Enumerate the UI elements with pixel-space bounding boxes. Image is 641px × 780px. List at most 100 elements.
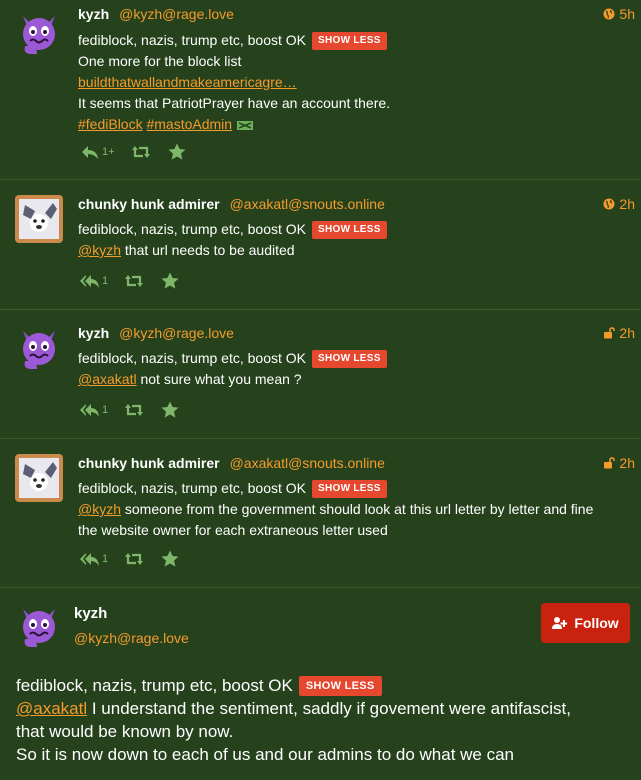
star-icon [167,142,187,162]
mention-link[interactable]: @kyzh [78,242,121,258]
account-handle[interactable]: @axakatl@snouts.online [230,455,385,471]
account-handle[interactable]: @kyzh@rage.love [119,6,234,22]
add-user-icon [552,616,568,629]
content-warning-text: fediblock, nazis, trump etc, boost OK [78,480,306,496]
hashtag-link[interactable]: #fediBlock [78,116,143,132]
favourite-button[interactable] [160,549,180,569]
mention-link[interactable]: @axakatl [16,699,87,718]
status-card[interactable]: chunky hunk admirer @axakatl@snouts.onlin… [0,439,641,588]
status-content: fediblock, nazis, trump etc, boost OK Sho… [78,478,631,541]
globe-icon [603,8,615,20]
boost-button[interactable] [124,271,144,291]
reply-all-icon [80,549,100,569]
account-handle[interactable]: @kyzh@rage.love [74,630,189,646]
reply-all-icon [80,271,100,291]
reply-button[interactable]: 1 [80,400,108,420]
action-bar: 1 [80,400,196,420]
status-card[interactable]: kyzh @kyzh@rage.love 2h fediblock, nazis,… [0,310,641,439]
content-warning: fediblock, nazis, trump etc, boost OK Sho… [78,219,631,240]
status-link[interactable]: buildthatwallandmakeamericagre… [78,74,297,90]
status-header: chunky hunk admirer @axakatl@snouts.onlin… [78,196,385,212]
detailed-status: kyzh @kyzh@rage.love Follow fediblock, n… [0,588,641,780]
display-name[interactable]: chunky hunk admirer [78,196,220,212]
reply-count: 1 [102,275,109,287]
reply-button[interactable]: 1+ [80,142,115,162]
display-name[interactable]: chunky hunk admirer [78,455,220,471]
follow-label: Follow [574,615,619,631]
status-header: kyzh @kyzh@rage.love [78,325,234,341]
avatar[interactable] [15,195,63,243]
show-less-button[interactable]: Show less [298,675,382,696]
account-handle[interactable]: @kyzh@rage.love [119,325,234,341]
action-bar: 1 [80,549,196,569]
content-warning-text: fediblock, nazis, trump etc, boost OK [16,676,293,695]
status-text-line: One more for the block list [78,53,242,69]
display-name[interactable]: kyzh [74,605,107,622]
boost-icon [124,549,144,569]
mention-link[interactable]: @kyzh [78,501,121,517]
reply-icon [80,142,100,162]
reply-count: 1+ [102,146,115,158]
status-text: I understand the sentiment, saddly if go… [87,699,571,718]
action-bar: 1+ [80,142,203,162]
unlock-icon [603,457,615,469]
content-warning-text: fediblock, nazis, trump etc, boost OK [78,350,306,366]
status-text-line: that would be known by now. [16,722,234,741]
boost-button[interactable] [124,400,144,420]
content-warning-text: fediblock, nazis, trump etc, boost OK [78,221,306,237]
status-text: that url needs to be audited [121,242,295,258]
hashtag-link[interactable]: #mastoAdmin [146,116,232,132]
reply-all-icon [80,400,100,420]
favourite-button[interactable] [160,271,180,291]
timestamp[interactable]: 2h [603,455,635,471]
status-text: someone from the government should look … [121,501,594,517]
status-text-line: It seems that PatriotPrayer have an acco… [78,95,391,111]
content-warning: fediblock, nazis, trump etc, boost OK Sho… [78,30,631,51]
status-text: not sure what you mean ? [136,371,302,387]
content-warning: fediblock, nazis, trump etc, boost OK Sho… [16,674,635,697]
status-card[interactable]: kyzh @kyzh@rage.love 5h fediblock, nazis,… [0,0,641,180]
avatar[interactable] [15,10,63,58]
content-warning: fediblock, nazis, trump etc, boost OK Sho… [78,348,631,369]
status-content: fediblock, nazis, trump etc, boost OK Sho… [78,219,631,261]
status-card[interactable]: chunky hunk admirer @axakatl@snouts.onlin… [0,180,641,310]
boost-icon [124,271,144,291]
favourite-button[interactable] [160,400,180,420]
avatar[interactable] [15,603,63,651]
status-content: fediblock, nazis, trump etc, boost OK Sho… [78,30,631,135]
display-name[interactable]: kyzh [78,6,109,22]
favourite-button[interactable] [167,142,187,162]
follow-button[interactable]: Follow [541,603,630,643]
avatar[interactable] [15,454,63,502]
show-less-button[interactable]: Show less [312,220,387,239]
reply-count: 1 [102,404,109,416]
timestamp[interactable]: 2h [603,196,635,212]
timestamp[interactable]: 5h [603,6,635,22]
reply-button[interactable]: 1 [80,271,108,291]
star-icon [160,271,180,291]
custom-emoji-icon [236,121,253,131]
show-less-button[interactable]: Show less [312,479,387,498]
boost-icon [131,142,151,162]
content-warning-text: fediblock, nazis, trump etc, boost OK [78,32,306,48]
timestamp[interactable]: 2h [603,325,635,341]
reply-count: 1 [102,553,109,565]
boost-button[interactable] [131,142,151,162]
status-content: fediblock, nazis, trump etc, boost OK Sho… [16,674,635,766]
globe-icon [603,198,615,210]
unlock-icon [603,327,615,339]
account-handle[interactable]: @axakatl@snouts.online [230,196,385,212]
status-text-line: So it is now down to each of us and our … [16,745,515,764]
show-less-button[interactable]: Show less [312,31,387,50]
mention-link[interactable]: @axakatl [78,371,137,387]
display-name[interactable]: kyzh [78,325,109,341]
show-less-button[interactable]: Show less [312,349,387,368]
content-warning: fediblock, nazis, trump etc, boost OK Sho… [78,478,631,499]
avatar[interactable] [15,325,63,373]
status-text-line: the website owner for each extraneous le… [78,522,388,538]
status-content: fediblock, nazis, trump etc, boost OK Sho… [78,348,631,390]
boost-icon [124,400,144,420]
action-bar: 1 [80,271,196,291]
boost-button[interactable] [124,549,144,569]
reply-button[interactable]: 1 [80,549,108,569]
